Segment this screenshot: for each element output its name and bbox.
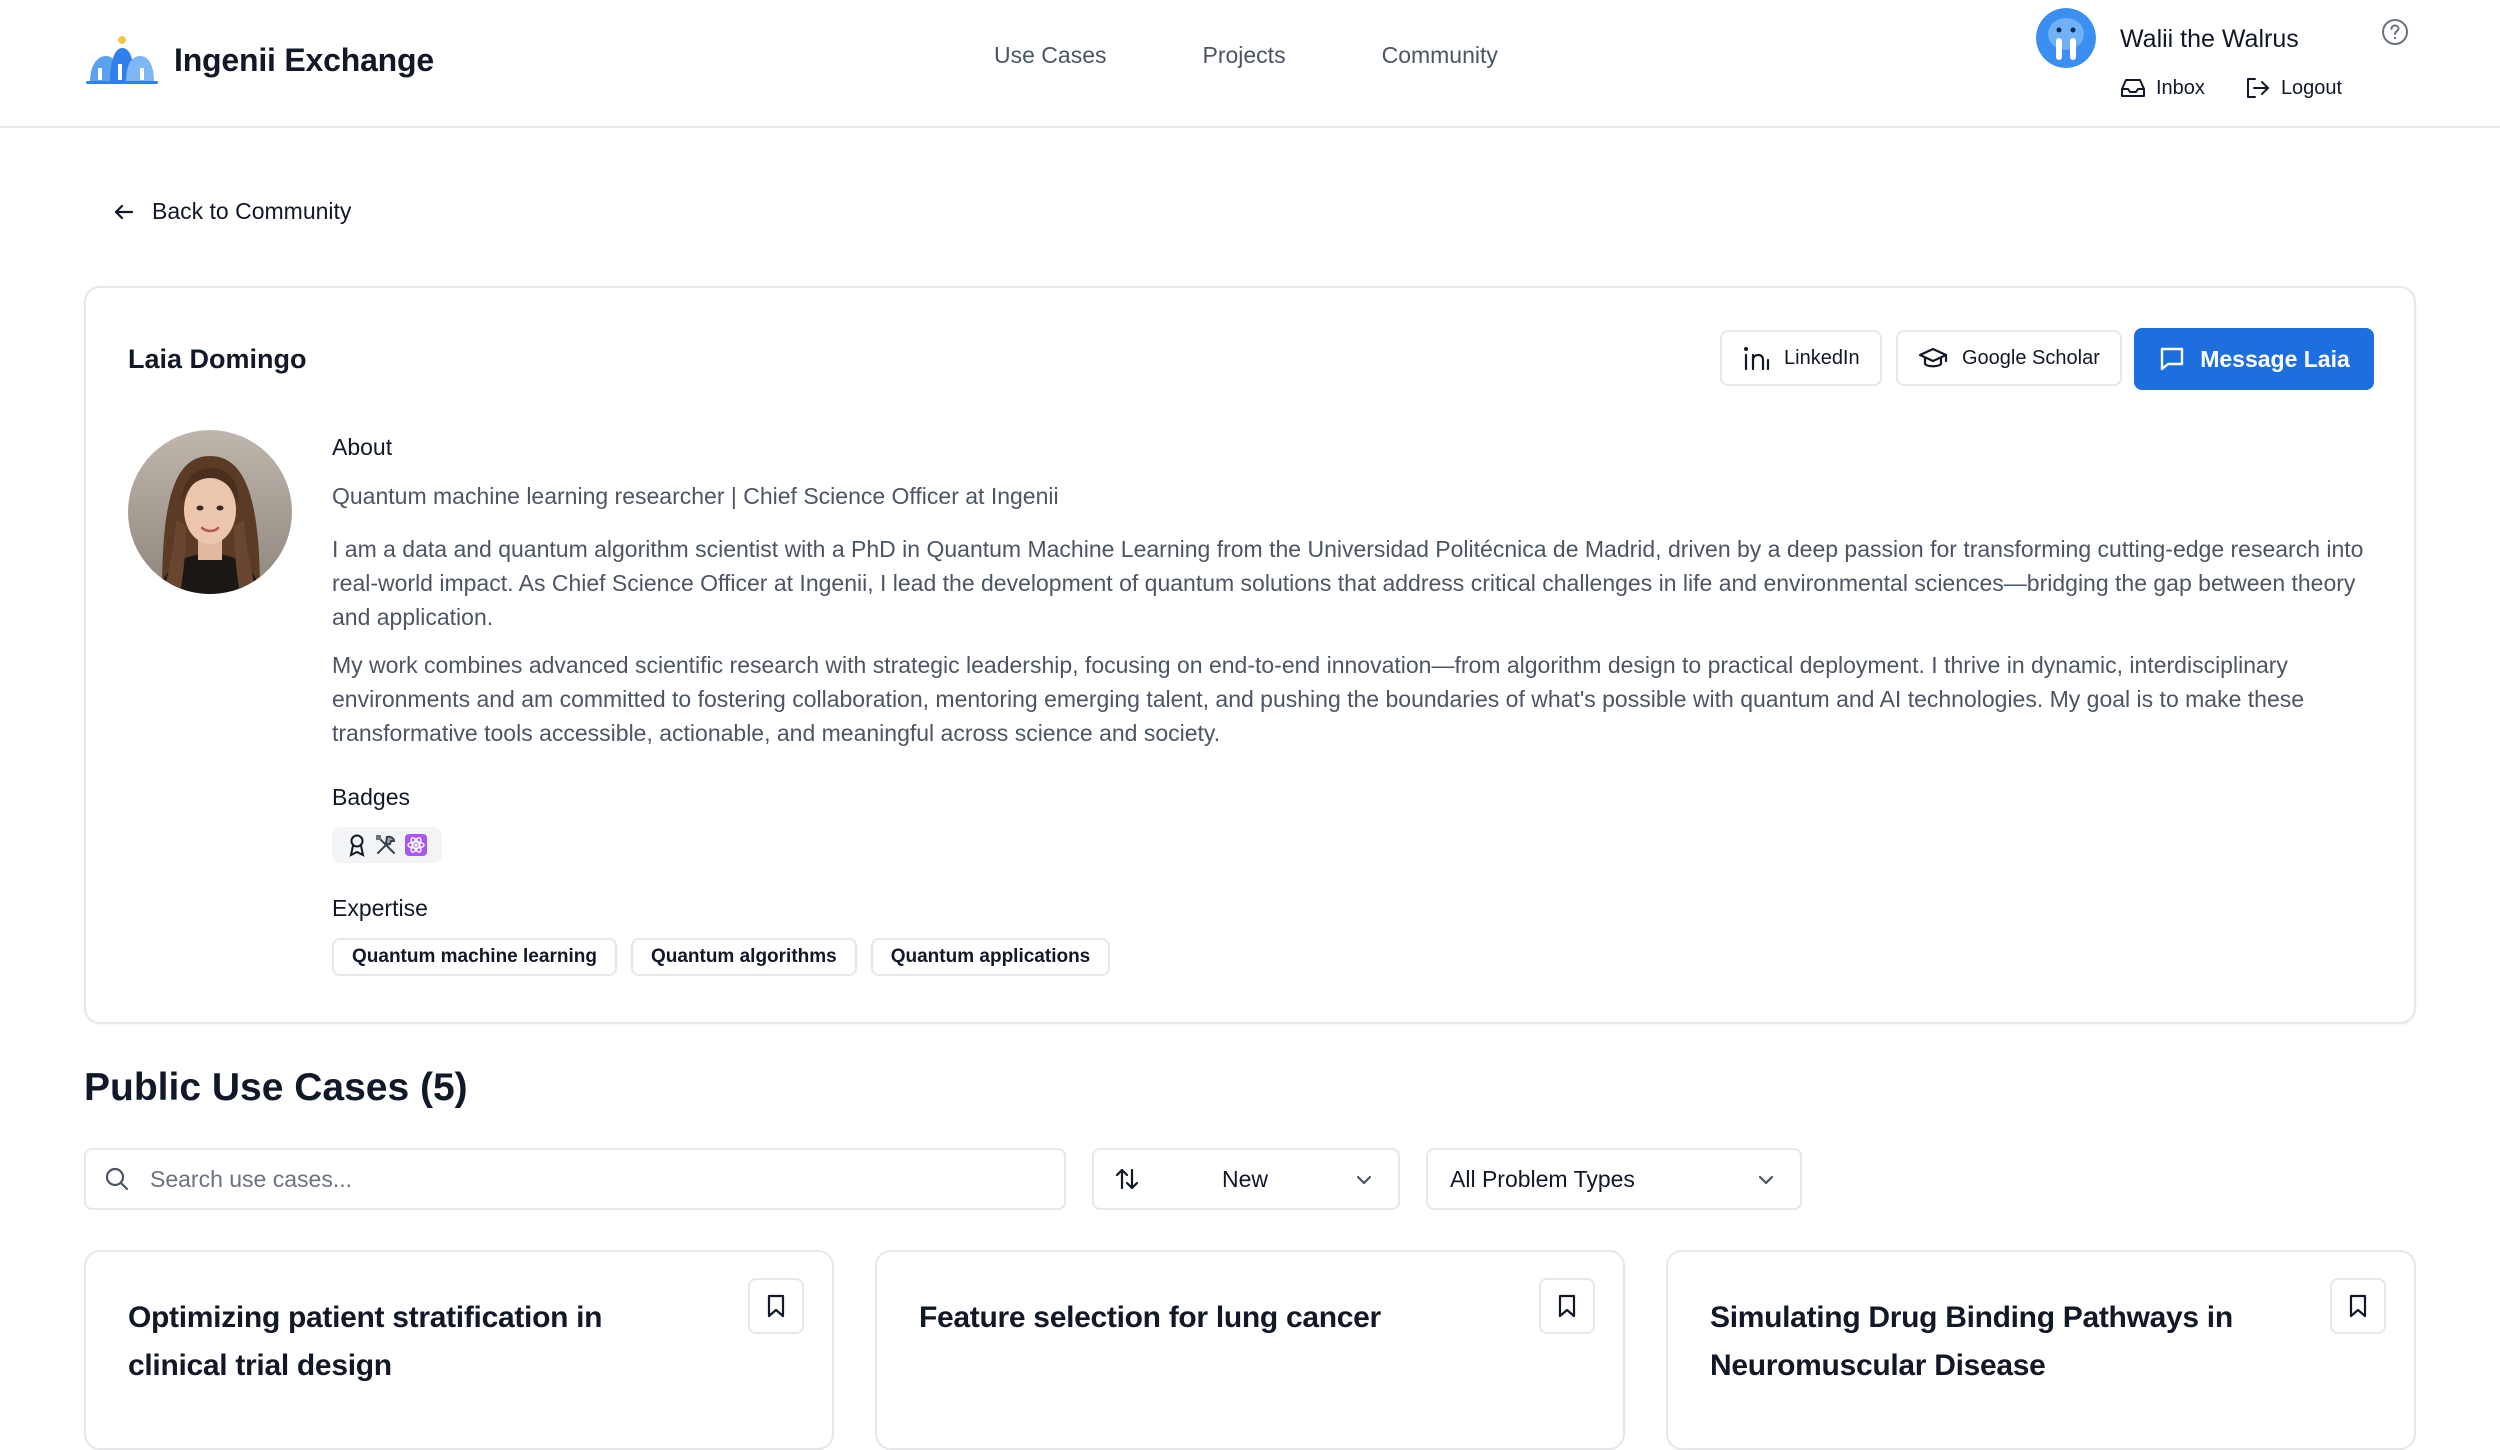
profile-portrait: [128, 430, 292, 594]
arrow-left-icon: [114, 204, 134, 219]
ingenii-logo-icon: [86, 36, 158, 84]
brand-title: Ingenii Exchange: [174, 41, 434, 78]
inbox-icon: [2121, 79, 2145, 97]
chevron-down-icon: [1356, 1175, 1372, 1185]
logout-label: Logout: [2280, 76, 2343, 99]
expertise-list: Quantum machine learning Quantum algorit…: [332, 938, 2372, 976]
sort-select[interactable]: New: [1092, 1148, 1400, 1210]
walrus-avatar-icon: [2036, 8, 2096, 68]
profile-card: Laia Domingo LinkedIn Google Scholar Mes…: [84, 286, 2416, 1024]
user-name: Walii the Walrus: [2120, 25, 2299, 53]
badges-list: [332, 827, 442, 863]
top-header: Ingenii Exchange Use Cases Projects Comm…: [0, 0, 2500, 128]
linkedin-button[interactable]: LinkedIn: [1720, 330, 1882, 386]
user-avatar[interactable]: [2036, 8, 2096, 68]
google-scholar-button[interactable]: Google Scholar: [1896, 330, 2122, 386]
problem-type-value: All Problem Types: [1450, 1165, 1635, 1192]
help-icon[interactable]: [2381, 18, 2409, 46]
search-icon: [105, 1167, 129, 1191]
bookmark-icon: [767, 1294, 785, 1318]
use-case-title: Feature selection for lung cancer: [919, 1301, 1381, 1334]
profile-photo: [128, 430, 292, 594]
user-actions: Inbox Logout: [2120, 76, 2342, 100]
use-case-card[interactable]: Optimizing patient stratification in cli…: [84, 1250, 834, 1450]
use-case-title: Simulating Drug Binding Pathways in Neur…: [1710, 1301, 2233, 1382]
expertise-chip: Quantum algorithms: [630, 938, 857, 976]
message-label: Message Laia: [2200, 345, 2350, 372]
tools-icon: [376, 835, 396, 854]
linkedin-icon: [1744, 347, 1770, 371]
expertise-chip: Quantum machine learning: [332, 938, 617, 976]
linkedin-label: LinkedIn: [1784, 346, 1860, 369]
badges-heading: Badges: [332, 784, 411, 810]
inbox-link[interactable]: Inbox: [2120, 76, 2205, 100]
award-icon: [349, 834, 365, 857]
expertise-chip: Quantum applications: [870, 938, 1111, 976]
chevron-down-icon: [1758, 1175, 1774, 1185]
google-scholar-label: Google Scholar: [1962, 346, 2100, 369]
profile-content: About Quantum machine learning researche…: [332, 434, 2372, 976]
bookmark-icon: [1558, 1294, 1576, 1318]
search-box: [84, 1148, 1066, 1210]
nav-projects[interactable]: Projects: [1202, 42, 1285, 69]
profile-name: Laia Domingo: [128, 344, 307, 374]
message-button[interactable]: Message Laia: [2134, 328, 2374, 390]
expertise-heading: Expertise: [332, 895, 428, 921]
main-nav: Use Cases Projects Community: [994, 42, 1498, 69]
problem-type-select[interactable]: All Problem Types: [1426, 1148, 1802, 1210]
sort-icon: [1115, 1168, 1139, 1190]
message-icon: [2161, 347, 2184, 371]
use-cases-title: Public Use Cases (5): [84, 1066, 468, 1109]
logout-link[interactable]: Logout: [2245, 76, 2342, 100]
bio-paragraph-2: My work combines advanced scientific res…: [332, 652, 2305, 746]
bookmark-button[interactable]: [2330, 1278, 2386, 1334]
search-input[interactable]: [148, 1164, 1028, 1194]
profile-tagline: Quantum machine learning researcher | Ch…: [332, 483, 1059, 509]
nav-use-cases[interactable]: Use Cases: [994, 42, 1106, 69]
back-to-community-link[interactable]: Back to Community: [112, 198, 351, 225]
inbox-label: Inbox: [2156, 76, 2205, 99]
bookmark-button[interactable]: [1539, 1278, 1595, 1334]
sort-value: New: [1222, 1165, 1269, 1192]
graduation-cap-icon: [1918, 347, 1948, 368]
use-case-card[interactable]: Feature selection for lung cancer: [875, 1250, 1625, 1450]
atom-icon: [405, 834, 427, 856]
use-case-title: Optimizing patient stratification in cli…: [128, 1301, 603, 1382]
bookmark-button[interactable]: [748, 1278, 804, 1334]
bio-paragraph-1: I am a data and quantum algorithm scient…: [332, 536, 2364, 630]
use-case-card[interactable]: Simulating Drug Binding Pathways in Neur…: [1666, 1250, 2416, 1450]
logout-icon: [2246, 78, 2269, 98]
bookmark-icon: [2349, 1294, 2367, 1318]
brand-link[interactable]: Ingenii Exchange: [84, 34, 434, 86]
about-heading: About: [332, 434, 393, 460]
back-label: Back to Community: [152, 198, 352, 224]
nav-community[interactable]: Community: [1382, 42, 1498, 69]
